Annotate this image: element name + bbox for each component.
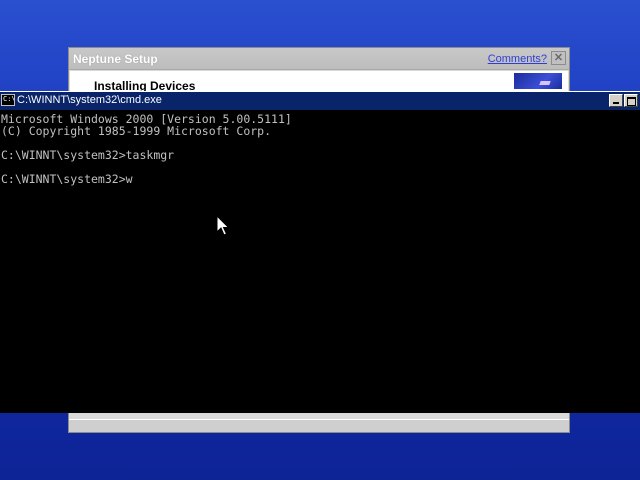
setup-window-title: Neptune Setup	[73, 52, 158, 66]
setup-close-button[interactable]: ✕	[551, 51, 566, 65]
console-icon[interactable]: C:\	[1, 94, 15, 106]
cmd-window-title: C:\WINNT\system32\cmd.exe	[17, 94, 162, 106]
console-output[interactable]: Microsoft Windows 2000 [Version 5.00.511…	[0, 110, 640, 413]
setup-bottom-bar	[69, 419, 569, 432]
minimize-button[interactable]	[609, 94, 623, 107]
mouse-pointer-icon	[216, 215, 230, 236]
console-line: (C) Copyright 1985-1999 Microsoft Corp.	[1, 124, 272, 138]
windows-logo-icon	[514, 73, 562, 89]
cmd-titlebar[interactable]: C:\ C:\WINNT\system32\cmd.exe	[0, 92, 640, 110]
console-line: C:\WINNT\system32>taskmgr	[1, 148, 175, 162]
cmd-window: C:\ C:\WINNT\system32\cmd.exe Microsoft …	[0, 91, 640, 413]
comments-link[interactable]: Comments?	[488, 53, 547, 65]
console-input-line[interactable]: C:\WINNT\system32>w	[1, 173, 639, 185]
close-icon: ✕	[553, 52, 564, 64]
setup-titlebar[interactable]: Neptune Setup Comments? ✕	[69, 48, 569, 70]
maximize-button[interactable]	[624, 94, 638, 107]
setup-header-panel: Installing Devices	[70, 71, 568, 93]
